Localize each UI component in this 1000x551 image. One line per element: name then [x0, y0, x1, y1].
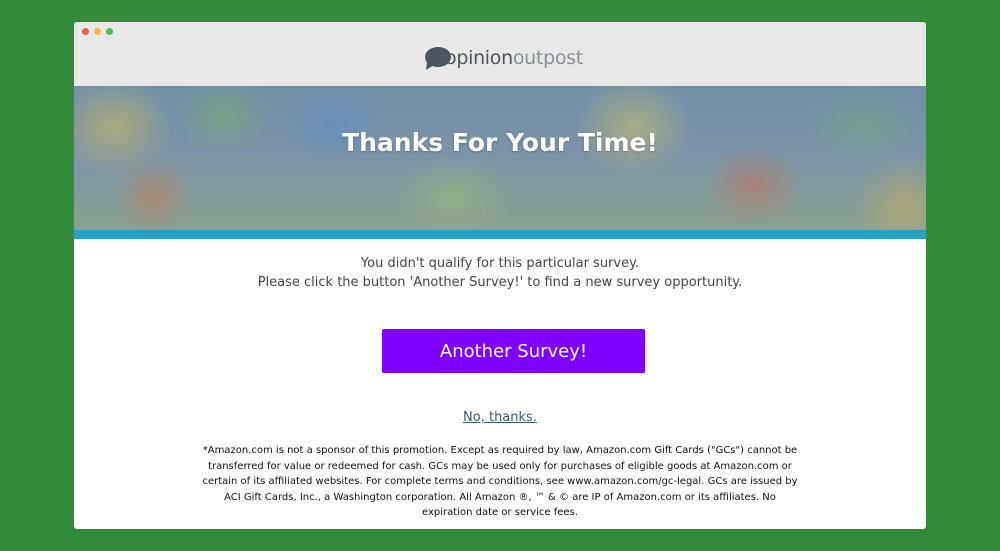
- maximize-dot-icon[interactable]: [106, 28, 113, 35]
- another-survey-button[interactable]: Another Survey!: [382, 329, 645, 373]
- speech-bubble-icon: [425, 47, 451, 70]
- browser-window: opinion outpost Thanks For Your Time! Yo…: [74, 22, 926, 529]
- window-controls: [82, 28, 113, 35]
- message-line-1: You didn't qualify for this particular s…: [360, 256, 640, 271]
- no-thanks-link[interactable]: No, thanks.: [74, 410, 926, 425]
- logo-text-outpost: outpost: [512, 47, 583, 69]
- logo-text: opinion outpost: [445, 47, 583, 69]
- message-line-2: Please click the button 'Another Survey!…: [257, 275, 743, 290]
- amazon-disclaimer: *Amazon.com is not a sponsor of this pro…: [202, 445, 798, 518]
- window-titlebar: opinion outpost: [74, 22, 926, 87]
- disqualification-message: You didn't qualify for this particular s…: [74, 254, 926, 292]
- logo-text-opinion: opinion: [445, 47, 513, 69]
- hero-banner: Thanks For Your Time!: [74, 86, 926, 231]
- minimize-dot-icon[interactable]: [94, 28, 101, 35]
- opinion-outpost-logo: opinion outpost: [425, 47, 583, 70]
- accent-bar: [74, 230, 926, 239]
- page-title: Thanks For Your Time!: [342, 128, 658, 157]
- close-dot-icon[interactable]: [82, 28, 89, 35]
